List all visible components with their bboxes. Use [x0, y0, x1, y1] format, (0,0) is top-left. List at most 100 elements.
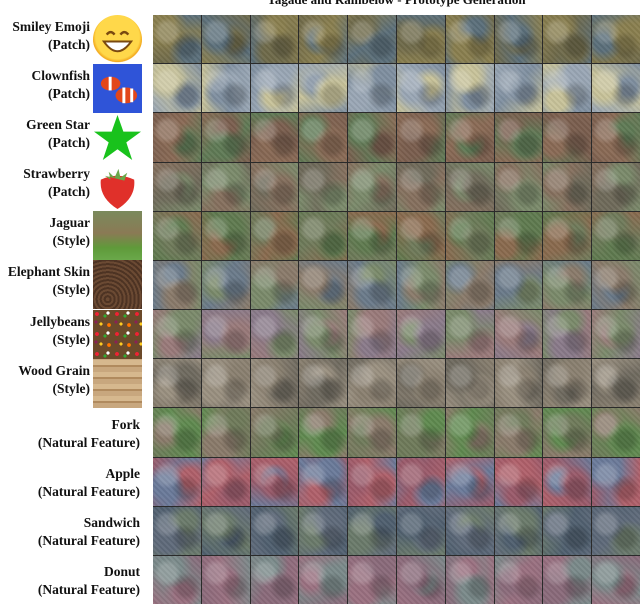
prototype-image — [592, 359, 640, 408]
prototype-image — [348, 555, 396, 604]
prototype-image — [592, 408, 640, 457]
prototype-image — [543, 310, 592, 359]
row-type: (Natural Feature) — [37, 483, 140, 499]
prototype-image — [348, 506, 396, 555]
prototype-image — [348, 260, 396, 309]
row-label: Wood Grain (Style) — [0, 358, 150, 408]
prototype-image — [494, 113, 543, 162]
prototype-image — [494, 359, 543, 408]
prototype-image — [201, 408, 250, 457]
prototype-image — [250, 359, 299, 408]
row-label: Jaguar (Style) — [0, 211, 150, 261]
prototype-image — [153, 457, 201, 506]
row-type: (Style) — [52, 331, 91, 347]
prototype-image — [299, 457, 348, 506]
strawberry-image — [93, 162, 142, 211]
prototype-image — [396, 457, 445, 506]
row-label-text: Sandwich (Natural Feature) — [38, 514, 140, 550]
row-type: (Natural Feature) — [37, 532, 140, 548]
row-name: Fork — [111, 416, 141, 432]
prototype-image — [299, 310, 348, 359]
row-label-text: Elephant Skin (Style) — [8, 263, 90, 299]
prototype-image — [153, 555, 201, 604]
prototype-image — [348, 359, 396, 408]
prototype-image — [543, 555, 592, 604]
prototype-image — [396, 506, 445, 555]
row-label-text: Apple (Natural Feature) — [38, 465, 140, 501]
prototype-image — [543, 506, 592, 555]
row-label: Donut (Natural Feature) — [0, 555, 150, 604]
prototype-image — [299, 408, 348, 457]
prototype-image — [592, 113, 640, 162]
prototype-image — [348, 211, 396, 260]
row-label: Sandwich (Natural Feature) — [0, 506, 150, 555]
prototype-image — [348, 162, 396, 211]
green-star-image — [93, 113, 142, 162]
row-name: Sandwich — [83, 514, 140, 530]
row-label-text: Jellybeans (Style) — [30, 313, 90, 349]
prototype-image — [543, 260, 592, 309]
row-type: (Style) — [52, 380, 91, 396]
prototype-image — [201, 162, 250, 211]
prototype-image — [299, 15, 348, 64]
figure-title: Tagade and Rainbelow - Prototype Generat… — [153, 0, 640, 8]
prototype-image — [592, 506, 640, 555]
row-label: Elephant Skin (Style) — [0, 260, 150, 310]
prototype-image — [592, 64, 640, 113]
row-type: (Patch) — [48, 184, 90, 200]
prototype-image — [396, 260, 445, 309]
prototype-image — [396, 408, 445, 457]
prototype-image — [348, 457, 396, 506]
prototype-image — [153, 260, 201, 309]
prototype-image — [348, 113, 396, 162]
prototype-image — [153, 64, 201, 113]
prototype-image — [201, 457, 250, 506]
prototype-image — [543, 162, 592, 211]
wood-grain-image — [93, 358, 142, 408]
prototype-image — [201, 211, 250, 260]
row-name: Green Star — [26, 117, 90, 133]
prototype-image — [445, 260, 494, 309]
prototype-image — [445, 457, 494, 506]
prototype-image — [592, 162, 640, 211]
prototype-image — [592, 310, 640, 359]
jellybeans-image — [93, 309, 142, 359]
row-name: Jellybeans — [29, 313, 90, 329]
prototype-image — [153, 408, 201, 457]
prototype-image — [445, 555, 494, 604]
row-type: (Patch) — [48, 135, 90, 151]
row-label-text: Green Star (Patch) — [26, 116, 90, 152]
elephant-skin-image — [93, 260, 142, 310]
prototype-image — [201, 113, 250, 162]
prototype-image — [201, 15, 250, 64]
row-label: Smiley Emoji (Patch) — [0, 15, 150, 64]
prototype-image — [396, 15, 445, 64]
prototype-image — [543, 408, 592, 457]
prototype-image — [153, 310, 201, 359]
row-type: (Natural Feature) — [37, 581, 140, 597]
prototype-image — [299, 359, 348, 408]
prototype-image — [348, 64, 396, 113]
prototype-image — [592, 457, 640, 506]
prototype-image — [201, 64, 250, 113]
row-label-text: Clownfish (Patch) — [31, 67, 90, 103]
prototype-image — [299, 113, 348, 162]
prototype-image — [201, 260, 250, 309]
prototype-image — [250, 211, 299, 260]
prototype-image — [250, 260, 299, 309]
prototype-image — [250, 113, 299, 162]
prototype-image — [592, 15, 640, 64]
prototype-image — [348, 310, 396, 359]
row-name: Wood Grain — [18, 362, 90, 378]
row-type: (Style) — [52, 282, 91, 298]
row-label-text: Smiley Emoji (Patch) — [12, 18, 90, 54]
row-name: Smiley Emoji — [12, 19, 90, 34]
prototype-image — [445, 506, 494, 555]
prototype-image — [543, 113, 592, 162]
prototype-image — [201, 506, 250, 555]
prototype-image — [299, 64, 348, 113]
prototype-image — [299, 211, 348, 260]
prototype-image — [543, 64, 592, 113]
prototype-image — [250, 555, 299, 604]
prototype-image — [153, 506, 201, 555]
